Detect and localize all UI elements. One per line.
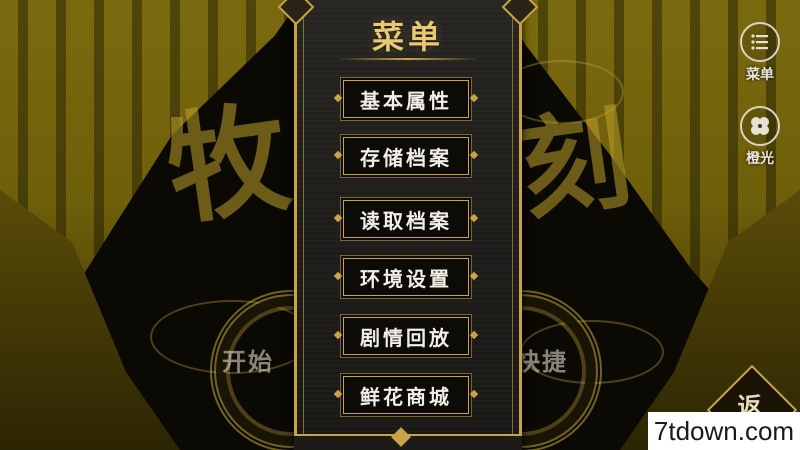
menu-panel: 菜单 基本属性 存储档案 读取档案 环境设置 剧情回放 鲜花商城	[277, 0, 539, 450]
menu-item-load-file[interactable]: 读取档案	[343, 200, 469, 238]
shortcut-button-label: 快捷	[516, 347, 568, 376]
menu-item-flower-shop[interactable]: 鲜花商城	[343, 376, 469, 414]
menu-side-button[interactable]: 菜单	[736, 22, 784, 84]
list-icon	[740, 22, 780, 62]
menu-item-basic-attributes[interactable]: 基本属性	[343, 80, 469, 118]
site-watermark: 7tdown.com	[648, 412, 800, 450]
title-flourish	[337, 58, 479, 60]
menu-side-button-label: 菜单	[746, 67, 774, 83]
panel-bottom-border	[294, 427, 522, 450]
orange-light-side-button[interactable]: 橙光	[736, 106, 784, 168]
menu-item-settings[interactable]: 环境设置	[343, 258, 469, 296]
orange-flower-icon	[740, 106, 780, 146]
game-title-char-left: 牧	[158, 86, 298, 243]
game-title-char-right: 刻	[511, 92, 639, 237]
menu-item-story-replay[interactable]: 剧情回放	[343, 317, 469, 355]
menu-title: 菜单	[371, 18, 444, 56]
orange-light-side-button-label: 橙光	[746, 151, 774, 167]
start-button-label: 开始	[222, 347, 274, 376]
game-screen: 牧 刻 开始 快捷 菜单 橙光 返 菜单 基本属性 存储档案 读取档案 环境设置…	[0, 0, 800, 450]
menu-item-save-file[interactable]: 存储档案	[343, 137, 469, 175]
